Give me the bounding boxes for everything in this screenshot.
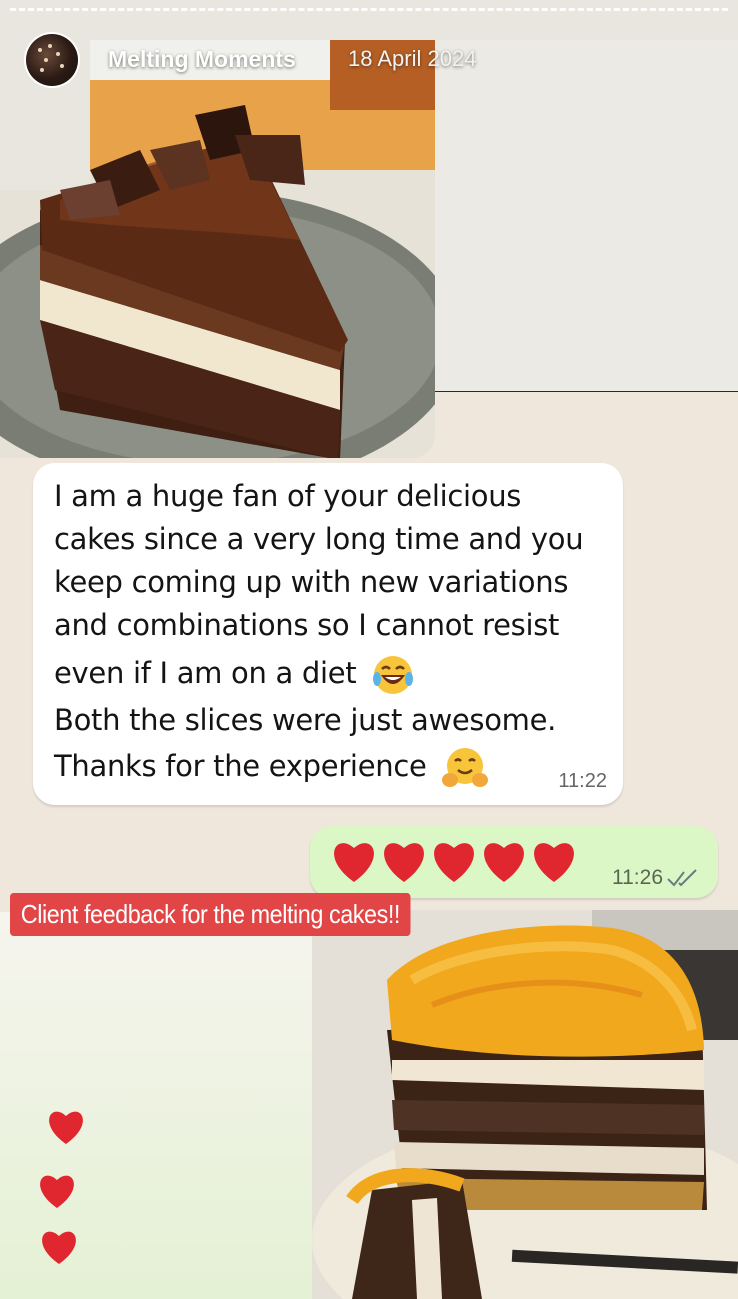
message-line: even if I am on a diet: [54, 653, 415, 697]
heart-emoji-icon: [384, 843, 424, 882]
laughing-tears-emoji-icon: [373, 656, 414, 694]
message-line: I am a huge fan of your delicious: [54, 479, 522, 513]
heart-icon: [49, 1111, 83, 1144]
outgoing-message-bubble: 11:26: [310, 826, 718, 898]
heart-emoji-icon: [334, 843, 374, 882]
heart-icon: [40, 1175, 74, 1208]
message-line: and combinations so I cannot resist: [54, 608, 560, 642]
heart-icon: [42, 1231, 76, 1264]
story-background-panel: [435, 40, 738, 392]
message-line: keep coming up with new variations: [54, 565, 569, 599]
message-time: 11:26: [612, 866, 663, 889]
heart-emoji-icon: [534, 843, 574, 882]
message-line-text: Thanks for the experience: [54, 749, 427, 783]
message-line: cakes since a very long time and you: [54, 522, 584, 556]
heart-emoji-icon: [434, 843, 474, 882]
message-time: 11:22: [558, 770, 607, 792]
chocolate-cake-photo: [0, 40, 435, 458]
account-avatar[interactable]: [26, 34, 78, 86]
hugging-face-emoji-icon: [442, 748, 489, 787]
hearts-emoji-row-icon: [334, 843, 574, 882]
message-line-text: even if I am on a diet: [54, 656, 357, 690]
message-line: Both the slices were just awesome.: [54, 703, 557, 737]
heart-emoji-icon: [484, 843, 524, 882]
mango-cake-photo: [312, 910, 738, 1299]
story-progress-bar: [10, 8, 728, 11]
incoming-message-bubble: I am a huge fan of your delicious cakes …: [33, 463, 623, 805]
story-caption: Client feedback for the melting cakes!!: [10, 893, 411, 936]
message-line: Thanks for the experience: [54, 746, 489, 790]
post-date: 18 April 2024: [348, 46, 477, 71]
account-name[interactable]: Melting Moments: [108, 46, 296, 73]
double-check-icon: [667, 869, 697, 887]
